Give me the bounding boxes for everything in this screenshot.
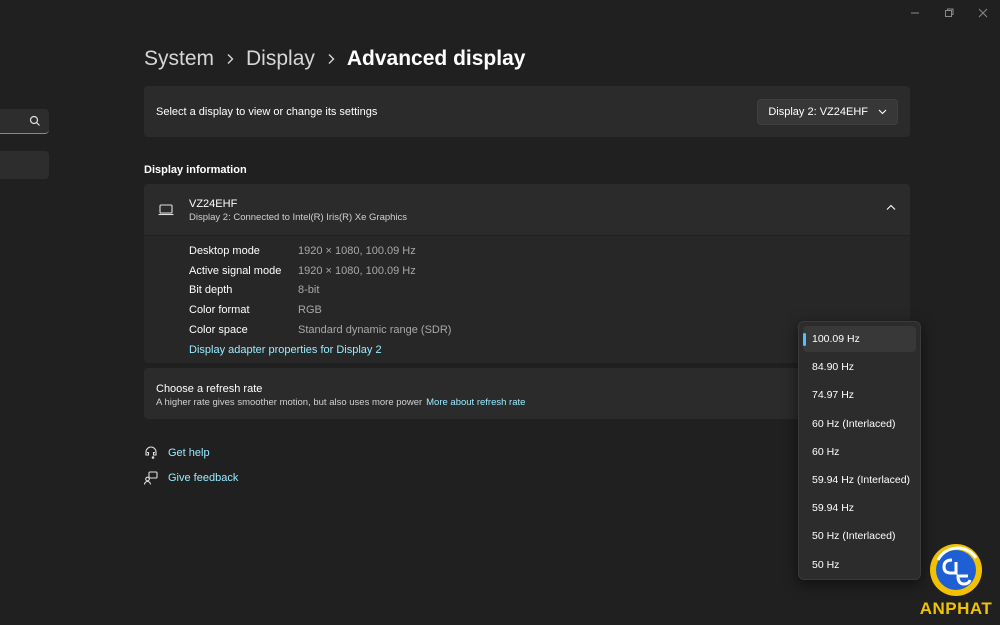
settings-search-input[interactable] bbox=[0, 109, 49, 134]
close-icon bbox=[978, 8, 988, 18]
chevron-down-icon bbox=[878, 109, 887, 114]
info-value: 1920 × 1080, 100.09 Hz bbox=[298, 265, 416, 277]
info-value: Standard dynamic range (SDR) bbox=[298, 324, 452, 336]
option-label: 60 Hz (Interlaced) bbox=[812, 417, 896, 430]
display-information-heading: Display information bbox=[144, 164, 247, 176]
breadcrumb-system[interactable]: System bbox=[144, 47, 214, 71]
laptop-icon bbox=[158, 204, 174, 216]
refresh-rate-option[interactable]: 50 Hz (Interlaced) bbox=[803, 523, 916, 549]
refresh-rate-option[interactable]: 50 Hz bbox=[803, 552, 916, 578]
chevron-right-icon bbox=[226, 53, 234, 65]
option-label: 50 Hz (Interlaced) bbox=[812, 530, 896, 543]
refresh-rate-desc-text: A higher rate gives smoother motion, but… bbox=[156, 397, 423, 408]
display-select-value: Display 2: VZ24EHF bbox=[768, 105, 868, 118]
restore-button[interactable] bbox=[932, 0, 966, 26]
refresh-rate-option[interactable]: 59.94 Hz bbox=[803, 495, 916, 521]
info-key: Color format bbox=[189, 304, 250, 316]
info-row: Color space Standard dynamic range (SDR) bbox=[189, 324, 451, 336]
monitor-name: VZ24EHF bbox=[189, 198, 238, 210]
refresh-rate-description: A higher rate gives smoother motion, but… bbox=[156, 397, 525, 408]
option-label: 100.09 Hz bbox=[812, 333, 860, 345]
window-controls bbox=[898, 0, 1000, 26]
display-adapter-properties-link[interactable]: Display adapter properties for Display 2 bbox=[189, 344, 382, 356]
info-row: Bit depth 8-bit bbox=[189, 284, 319, 296]
refresh-rate-card: Choose a refresh rate A higher rate give… bbox=[144, 368, 910, 419]
option-label: 84.90 Hz bbox=[812, 361, 855, 374]
info-value: 8-bit bbox=[298, 284, 320, 296]
info-row: Color format RGB bbox=[189, 304, 322, 316]
more-about-refresh-rate-link[interactable]: More about refresh rate bbox=[426, 397, 525, 408]
refresh-rate-title: Choose a refresh rate bbox=[156, 383, 263, 395]
close-button[interactable] bbox=[966, 0, 1000, 26]
display-info-details: Desktop mode 1920 × 1080, 100.09 Hz Acti… bbox=[144, 236, 910, 363]
info-key: Desktop mode bbox=[189, 245, 260, 257]
refresh-rate-option[interactable]: 100.09 Hz bbox=[803, 326, 916, 352]
get-help-link[interactable]: Get help bbox=[144, 446, 210, 460]
feedback-icon bbox=[144, 471, 168, 485]
refresh-rate-option[interactable]: 60 Hz bbox=[803, 439, 916, 465]
search-icon bbox=[29, 115, 40, 126]
display-select-label: Select a display to view or change its s… bbox=[156, 105, 378, 118]
info-value: 1920 × 1080, 100.09 Hz bbox=[298, 245, 416, 257]
info-key: Active signal mode bbox=[189, 265, 282, 277]
minimize-button[interactable] bbox=[898, 0, 932, 26]
refresh-rate-option[interactable]: 60 Hz (Interlaced) bbox=[803, 411, 916, 437]
option-label: 50 Hz bbox=[812, 558, 840, 571]
give-feedback-label: Give feedback bbox=[168, 472, 239, 484]
option-label: 59.94 Hz bbox=[812, 502, 855, 515]
page-title: Advanced display bbox=[346, 47, 526, 70]
selection-indicator bbox=[803, 333, 806, 346]
chevron-right-icon bbox=[327, 53, 335, 65]
help-icon bbox=[144, 446, 168, 460]
refresh-rate-option[interactable]: 74.97 Hz bbox=[803, 382, 916, 408]
sidebar-item-selected[interactable] bbox=[0, 151, 49, 179]
get-help-label: Get help bbox=[168, 447, 210, 459]
info-row: Active signal mode 1920 × 1080, 100.09 H… bbox=[189, 265, 416, 277]
minimize-icon bbox=[911, 12, 919, 14]
info-row: Desktop mode 1920 × 1080, 100.09 Hz bbox=[189, 245, 416, 257]
restore-icon bbox=[945, 8, 954, 17]
anphat-logo-text: ANPHAT bbox=[919, 599, 993, 618]
refresh-rate-dropdown-menu: 100.09 Hz 84.90 Hz 74.97 Hz 60 Hz (Inter… bbox=[798, 321, 921, 580]
anphat-logo-icon bbox=[930, 544, 982, 596]
display-select-card: Select a display to view or change its s… bbox=[144, 86, 910, 137]
option-label: 74.97 Hz bbox=[812, 389, 855, 402]
monitor-connection: Display 2: Connected to Intel(R) Iris(R)… bbox=[189, 212, 408, 223]
display-info-header[interactable]: VZ24EHF Display 2: Connected to Intel(R)… bbox=[144, 184, 910, 235]
info-key: Color space bbox=[189, 324, 248, 336]
anphat-logo: ANPHAT bbox=[916, 540, 996, 622]
option-label: 60 Hz bbox=[812, 445, 840, 458]
display-select-dropdown[interactable]: Display 2: VZ24EHF bbox=[757, 98, 898, 125]
info-key: Bit depth bbox=[189, 284, 233, 296]
option-label: 59.94 Hz (Interlaced) bbox=[812, 473, 911, 486]
chevron-up-icon[interactable] bbox=[886, 204, 896, 211]
info-value: RGB bbox=[298, 304, 322, 316]
breadcrumb: System Display Advanced display bbox=[144, 44, 525, 74]
give-feedback-link[interactable]: Give feedback bbox=[144, 471, 238, 485]
refresh-rate-option[interactable]: 59.94 Hz (Interlaced) bbox=[803, 467, 916, 493]
breadcrumb-display[interactable]: Display bbox=[246, 47, 315, 71]
refresh-rate-option[interactable]: 84.90 Hz bbox=[803, 354, 916, 380]
